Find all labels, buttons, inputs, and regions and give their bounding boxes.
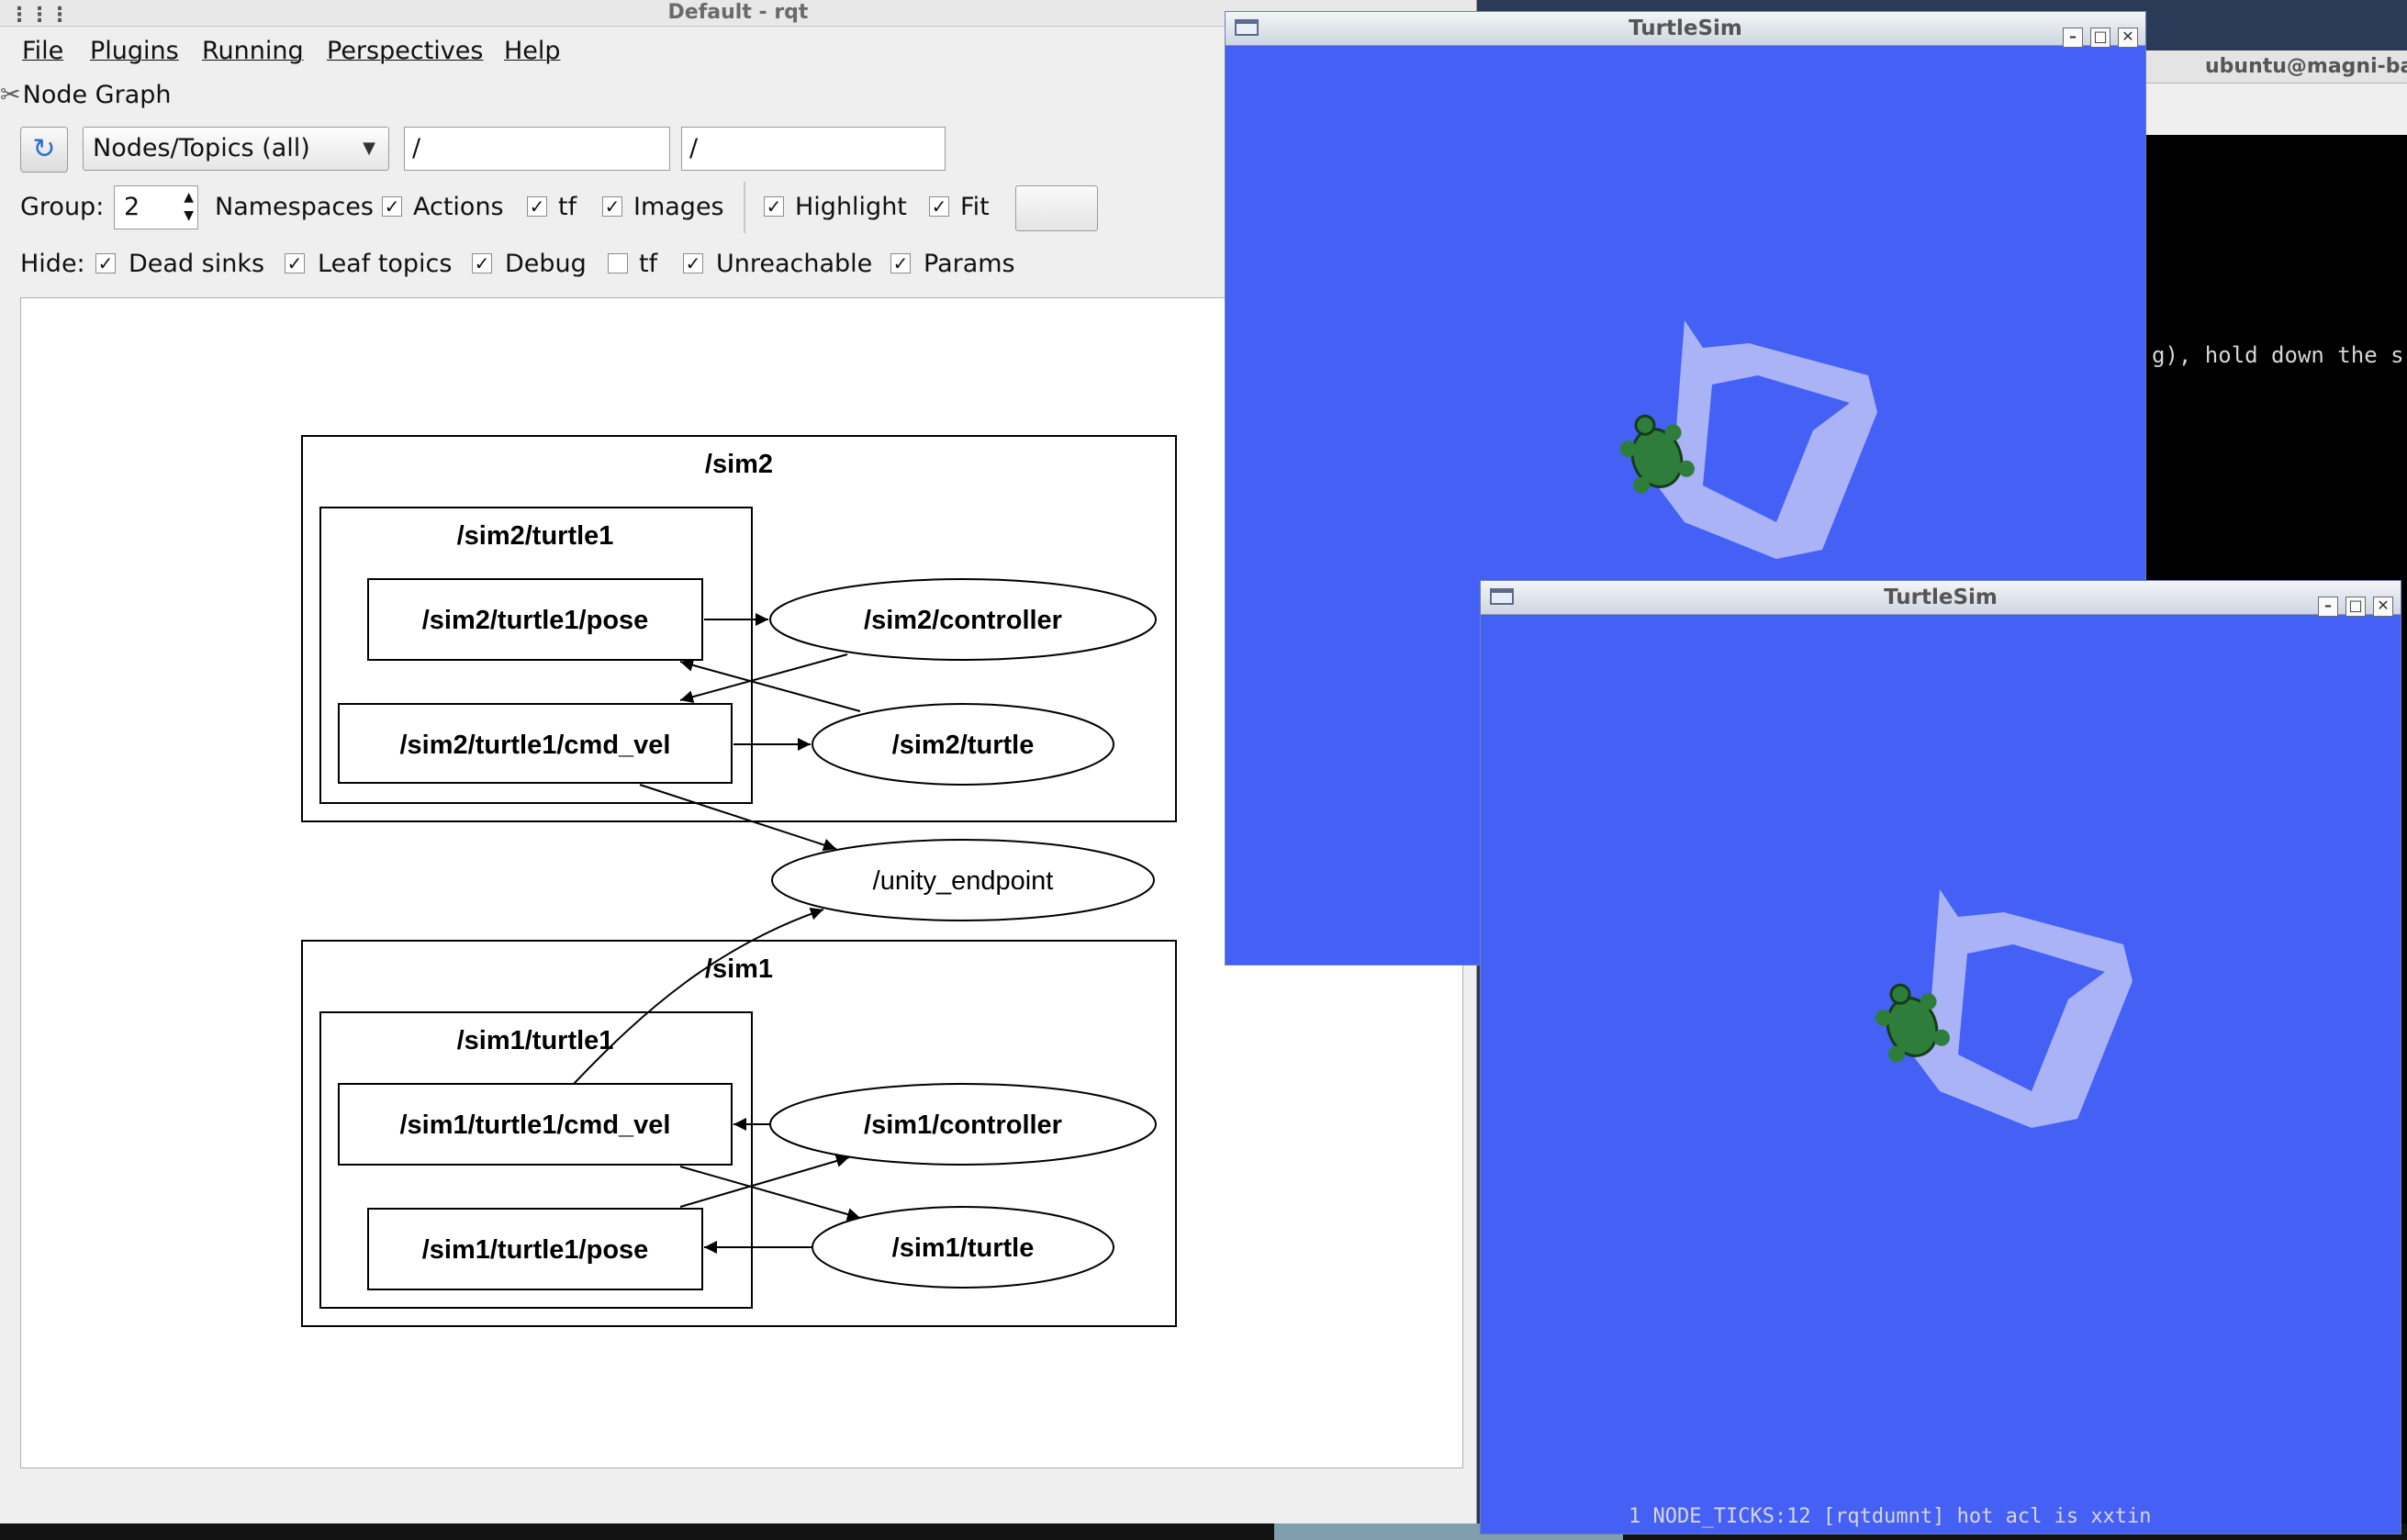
spin-down-icon[interactable]: ▼ xyxy=(184,206,194,225)
actions-label: Actions xyxy=(413,193,504,221)
node-filter-input[interactable]: / xyxy=(404,127,670,171)
label-cluster-sim1-turtle1: /sim1/turtle1 xyxy=(457,1026,614,1055)
plugin-title-bar: ✂Node Graph xyxy=(0,77,172,114)
turtlesim-titlebar-2: TurtleSim – □ ✕ xyxy=(1481,581,2401,617)
toolbar-separator xyxy=(744,182,745,233)
edge-cmdvel2-to-unity xyxy=(639,784,837,852)
label-sim2-controller: /sim2/controller xyxy=(864,606,1062,635)
hide-tf-label: tf xyxy=(639,250,658,278)
label-cluster-sim2: /sim2 xyxy=(705,450,773,479)
edge-cmdvel-to-turtle-1 xyxy=(679,1166,861,1221)
terminal-output-line: g), hold down the s xyxy=(2152,342,2404,368)
turtlesim-titlebar-1: TurtleSim – □ ✕ xyxy=(1226,12,2145,48)
terminal-title: ubuntu@magni-ba xyxy=(2144,50,2407,84)
turtlesim-title-1: TurtleSim xyxy=(1629,17,1742,40)
label-unity-endpoint: /unity_endpoint xyxy=(873,866,1054,896)
tf-checkbox[interactable]: ✓ xyxy=(527,196,547,217)
terminal-toolbar xyxy=(2144,84,2407,135)
label-sim1-pose: /sim1/turtle1/pose xyxy=(422,1235,649,1265)
label-sim2-pose: /sim2/turtle1/pose xyxy=(422,606,649,635)
save-image-button[interactable] xyxy=(1015,185,1098,231)
unreachable-checkbox[interactable]: ✓ xyxy=(683,253,703,273)
turtlesim-title-2: TurtleSim xyxy=(1884,586,1998,609)
namespaces-checkbox[interactable]: ✓ xyxy=(382,196,402,217)
menu-help[interactable]: Help xyxy=(504,37,561,65)
window-icon[interactable] xyxy=(1490,588,1514,605)
label-cluster-sim2-turtle1: /sim2/turtle1 xyxy=(457,521,614,551)
wrench-icon[interactable]: ✂ xyxy=(0,81,21,109)
topic-filter-input[interactable]: / xyxy=(681,127,946,171)
group-label: Group: xyxy=(20,193,105,221)
plugin-title: Node Graph xyxy=(22,81,172,109)
label-sim2-turtle: /sim2/turtle xyxy=(892,731,1035,760)
params-checkbox[interactable]: ✓ xyxy=(890,253,911,273)
group-spinbox[interactable]: 2 ▲ ▼ xyxy=(114,185,198,229)
dead-sinks-checkbox[interactable]: ✓ xyxy=(95,253,116,273)
edge-cmdvel1-to-unity xyxy=(573,907,824,1085)
debug-checkbox[interactable]: ✓ xyxy=(472,253,492,273)
debug-label: Debug xyxy=(505,250,587,278)
params-label: Params xyxy=(924,250,1015,278)
highlight-label: Highlight xyxy=(795,193,907,221)
unreachable-label: Unreachable xyxy=(716,250,873,278)
rqt-window-title: Default - rqt xyxy=(667,1,809,24)
hide-tf-checkbox[interactable] xyxy=(608,253,628,273)
namespaces-label: Namespaces xyxy=(215,193,374,221)
terminal-bottom-line: 1 NODE_TICKS:12 [rqtdumnt] hot acl is xx… xyxy=(1629,1505,2152,1528)
hide-label: Hide: xyxy=(20,250,85,278)
turtlesim-window-2: TurtleSim – □ ✕ xyxy=(1480,580,2401,1534)
leaf-topics-label: Leaf topics xyxy=(318,250,453,278)
label-sim2-cmd-vel: /sim2/turtle1/cmd_vel xyxy=(400,731,671,760)
fit-label: Fit xyxy=(960,193,990,221)
leaf-topics-checkbox[interactable]: ✓ xyxy=(285,253,305,273)
dead-sinks-label: Dead sinks xyxy=(129,250,265,278)
fit-checkbox[interactable]: ✓ xyxy=(929,196,949,217)
edge-controller-to-cmdvel-2 xyxy=(679,653,848,704)
menu-running[interactable]: Running xyxy=(202,37,304,65)
tf-label: tf xyxy=(558,193,577,221)
refresh-button[interactable]: ↻ xyxy=(20,127,68,173)
graph-type-combo[interactable]: Nodes/Topics (all) ▼ xyxy=(83,127,389,171)
menu-plugins[interactable]: Plugins xyxy=(90,37,179,65)
menu-file[interactable]: File xyxy=(22,37,63,65)
spin-up-icon[interactable]: ▲ xyxy=(184,188,194,206)
label-sim1-turtle: /sim1/turtle xyxy=(892,1233,1035,1263)
refresh-icon: ↻ xyxy=(32,133,56,165)
turtlesim-canvas-2 xyxy=(1875,889,2133,1128)
turtle-trail-1 xyxy=(1657,320,1877,559)
label-sim1-controller: /sim1/controller xyxy=(864,1110,1062,1140)
chevron-down-icon: ▼ xyxy=(363,139,375,158)
window-menu-icon[interactable]: ⋮⋮⋮ xyxy=(9,3,70,28)
graph-type-value: Nodes/Topics (all) xyxy=(93,134,310,162)
highlight-checkbox[interactable]: ✓ xyxy=(764,196,784,217)
label-cluster-sim1: /sim1 xyxy=(705,954,773,984)
menu-perspectives[interactable]: Perspectives xyxy=(327,37,483,65)
turtle-trail-2 xyxy=(1912,889,2133,1128)
images-checkbox[interactable]: ✓ xyxy=(602,196,622,217)
window-icon[interactable] xyxy=(1235,19,1259,36)
images-label: Images xyxy=(633,193,724,221)
label-sim1-cmd-vel: /sim1/turtle1/cmd_vel xyxy=(400,1110,671,1140)
group-value: 2 xyxy=(124,193,140,221)
